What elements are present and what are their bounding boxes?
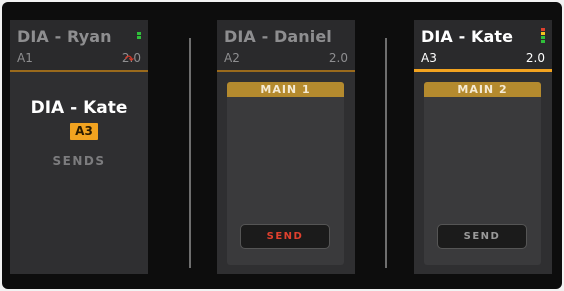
- channel-panel-1[interactable]: DIA - Ryan A1 2.0 ↷ DIA - Kate A3 SENDS: [10, 20, 148, 274]
- destination-title: MAIN 1: [227, 82, 344, 97]
- channel-panel-2[interactable]: DIA - Daniel A2 2.0 MAIN 1 SEND: [217, 20, 355, 274]
- mixer-frame: DIA - Ryan A1 2.0 ↷ DIA - Kate A3 SENDS …: [2, 2, 562, 289]
- destination-box: MAIN 1 SEND: [227, 82, 344, 265]
- divider: [385, 38, 387, 268]
- channel-name: DIA - Daniel: [224, 27, 332, 46]
- edit-marker-icon: ↷: [124, 53, 134, 66]
- send-button[interactable]: SEND: [240, 224, 330, 249]
- channel-format: 2.0: [525, 51, 545, 65]
- selected-channel-name: DIA - Kate: [30, 98, 128, 118]
- divider: [189, 38, 191, 268]
- send-button[interactable]: SEND: [437, 224, 527, 249]
- channel-panel-3[interactable]: DIA - Kate A3 2.0 MAIN 2 SEND: [414, 20, 552, 274]
- channel-header[interactable]: DIA - Daniel A2 2.0: [217, 20, 355, 72]
- panel-body: MAIN 1 SEND: [217, 72, 355, 274]
- level-meter-icon: [541, 28, 545, 44]
- channel-code: A2: [224, 51, 240, 65]
- destination-box: MAIN 2 SEND: [424, 82, 541, 265]
- level-meter-icon: [137, 28, 141, 40]
- channel-code: A1: [17, 51, 33, 65]
- panel-body: DIA - Kate A3 SENDS: [10, 72, 148, 274]
- channel-format: 2.0: [328, 51, 348, 65]
- channel-header[interactable]: DIA - Kate A3 2.0: [414, 20, 552, 72]
- channel-name: DIA - Ryan: [17, 27, 112, 46]
- sends-label: SENDS: [52, 154, 106, 168]
- channel-header[interactable]: DIA - Ryan A1 2.0 ↷: [10, 20, 148, 72]
- destination-title: MAIN 2: [424, 82, 541, 97]
- channel-name: DIA - Kate: [421, 27, 514, 46]
- selected-channel-badge: A3: [70, 123, 98, 140]
- panel-body: MAIN 2 SEND: [414, 72, 552, 274]
- channel-code: A3: [421, 51, 437, 65]
